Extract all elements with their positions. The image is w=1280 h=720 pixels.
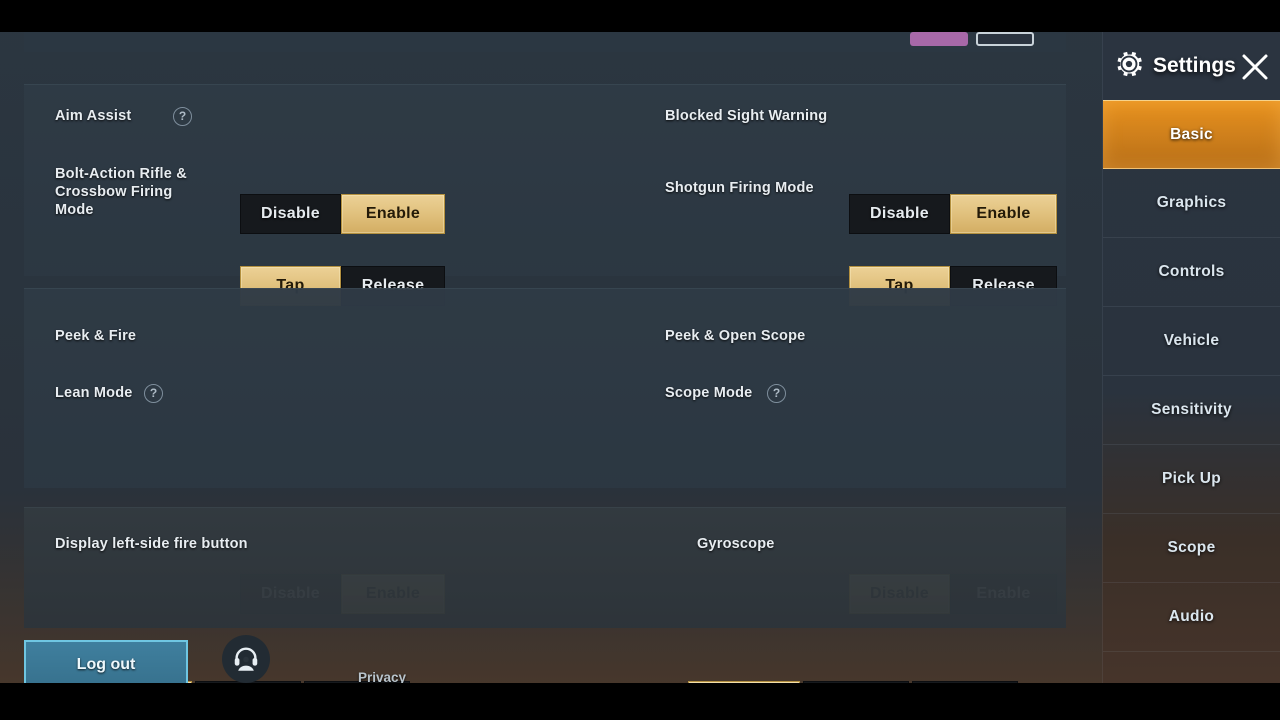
headset-icon [222, 635, 270, 683]
aim-settings-panel: Aim Assist ? Disable Enable Bolt-Action … [24, 84, 1066, 306]
partial-purple-button[interactable] [910, 32, 968, 46]
settings-page-overlay: Aim Assist ? Disable Enable Bolt-Action … [0, 32, 1102, 683]
setting-row-shotgun: Shotgun Firing Mode [665, 179, 814, 197]
sidebar-item-audio[interactable]: Audio [1103, 583, 1280, 652]
setting-label-blocked-sight: Blocked Sight Warning [665, 108, 828, 124]
close-icon[interactable] [1238, 50, 1272, 84]
sidebar-item-basic[interactable]: Basic [1103, 100, 1280, 169]
page-title: Settings [1153, 54, 1236, 77]
peek-settings-panel: Peek & Fire Disable Enable Lean Mode ? T… [24, 288, 1066, 683]
option-aim-assist-disable[interactable]: Disable [240, 194, 341, 234]
customer-service-button[interactable]: Customer Service [205, 635, 287, 683]
help-icon-scope-mode[interactable]: ? [767, 384, 786, 403]
setting-label-gyroscope: Gyroscope [697, 536, 775, 552]
setting-row-bolt-action: Bolt-Action Rifle & Crossbow Firing Mode [55, 165, 205, 219]
setting-row-peek-scope: Peek & Open Scope [665, 327, 805, 345]
setting-row-blocked-sight: Blocked Sight Warning [665, 107, 827, 125]
setting-label-bolt-action: Bolt-Action Rifle & Crossbow Firing Mode [55, 166, 187, 219]
setting-row-peek-fire: Peek & Fire [55, 327, 136, 345]
option-aim-assist-enable[interactable]: Enable [341, 194, 445, 234]
setting-label-lean-mode: Lean Mode [55, 385, 133, 402]
sidebar-item-pick-up[interactable]: Pick Up [1103, 445, 1280, 514]
gear-icon [1111, 46, 1147, 87]
setting-label-aim-assist: Aim Assist [55, 108, 132, 125]
setting-label-peek-scope: Peek & Open Scope [665, 328, 806, 344]
game-settings-screen: Aim Assist ? Disable Enable Bolt-Action … [0, 0, 1280, 720]
setting-row-scope-mode: Scope Mode ? [665, 384, 786, 403]
logout-button[interactable]: Log out [24, 640, 188, 683]
setting-row-left-fire-button: Display left-side fire button [55, 535, 248, 553]
partial-outline-button[interactable] [976, 32, 1034, 46]
letterbox-bottom [0, 683, 1280, 720]
segmented-blocked-sight: Disable Enable [849, 194, 1057, 234]
sidebar-item-graphics[interactable]: Graphics [1103, 169, 1280, 238]
sidebar-item-controls[interactable]: Controls [1103, 238, 1280, 307]
sidebar-item-sensitivity[interactable]: Sensitivity [1103, 376, 1280, 445]
bottom-action-bar: Log out Customer Service Privacy Policy [0, 628, 1102, 683]
top-partial-strip [24, 32, 1066, 52]
setting-label-peek-fire: Peek & Fire [55, 328, 137, 344]
sidebar-item-next-partial[interactable] [1103, 652, 1280, 674]
settings-sidebar: Settings Basic Graphics Controls Vehicle… [1102, 32, 1280, 683]
segmented-aim-assist: Disable Enable [240, 194, 445, 234]
setting-label-scope-mode: Scope Mode [665, 385, 753, 402]
fire-button-gyro-panel: Display left-side fire button Always on … [24, 507, 1066, 628]
setting-label-shotgun: Shotgun Firing Mode [665, 180, 814, 196]
settings-header: Settings [1103, 32, 1280, 100]
help-icon-lean-mode[interactable]: ? [144, 384, 163, 403]
sidebar-item-vehicle[interactable]: Vehicle [1103, 307, 1280, 376]
game-viewport: Aim Assist ? Disable Enable Bolt-Action … [0, 32, 1280, 683]
option-blocked-sight-disable[interactable]: Disable [849, 194, 950, 234]
letterbox-top [0, 0, 1280, 32]
option-blocked-sight-enable[interactable]: Enable [950, 194, 1057, 234]
setting-row-aim-assist: Aim Assist ? [55, 107, 192, 126]
setting-row-lean-mode: Lean Mode ? [55, 384, 163, 403]
setting-row-gyroscope: Gyroscope [697, 535, 775, 553]
privacy-policy-link[interactable]: Privacy Policy [340, 670, 424, 683]
help-icon-aim-assist[interactable]: ? [173, 107, 192, 126]
setting-label-left-fire-button: Display left-side fire button [55, 536, 248, 552]
sidebar-item-scope[interactable]: Scope [1103, 514, 1280, 583]
